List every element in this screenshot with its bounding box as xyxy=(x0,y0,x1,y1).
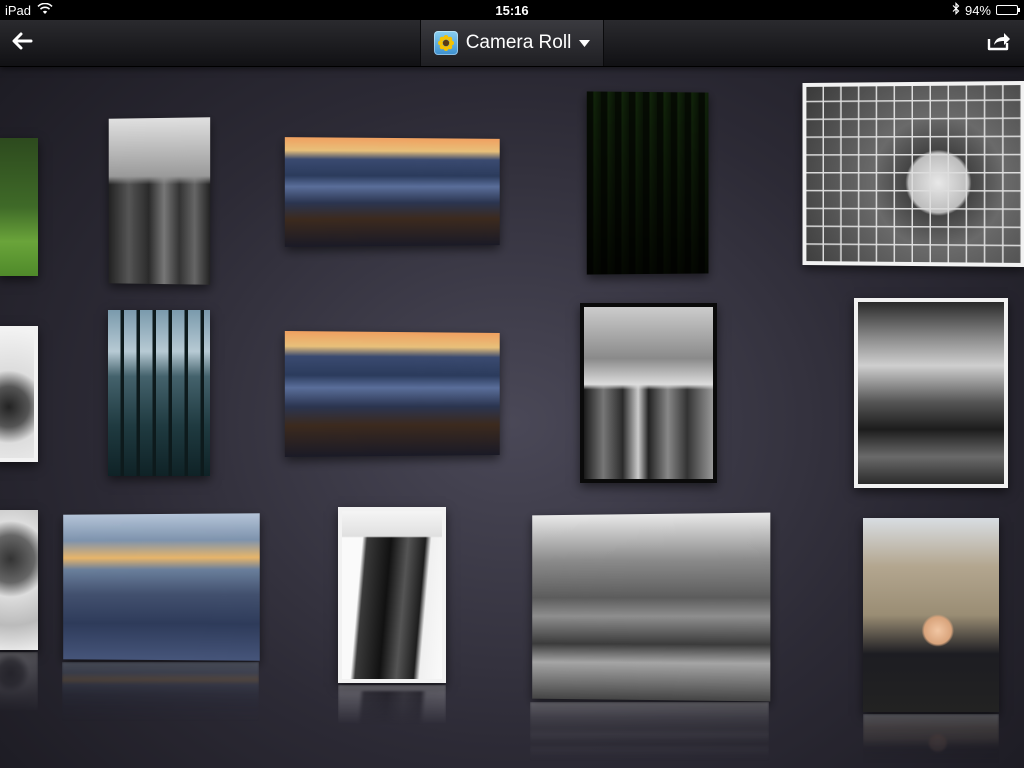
battery-percent: 94% xyxy=(965,3,991,18)
album-title: Camera Roll xyxy=(466,32,572,54)
status-left: iPad xyxy=(0,3,53,18)
photo-street-sculpture[interactable] xyxy=(532,513,770,702)
device-name: iPad xyxy=(5,3,31,18)
photo-girl-bw-2[interactable] xyxy=(0,510,38,650)
share-button[interactable] xyxy=(984,29,1014,57)
photo-empire-state-screenshot[interactable] xyxy=(580,303,717,483)
photo-goalkeeper[interactable] xyxy=(802,81,1024,267)
photo-reflection xyxy=(338,685,446,725)
photo-reflection xyxy=(62,662,259,722)
photo-grass-field[interactable] xyxy=(0,138,38,276)
photo-hoboken-sunset[interactable] xyxy=(285,137,500,247)
photo-building-bw[interactable] xyxy=(338,507,446,683)
bluetooth-icon xyxy=(952,2,960,18)
photo-reflection xyxy=(0,652,38,712)
album-selector-button[interactable]: Camera Roll xyxy=(420,20,604,66)
photo-pier-pilings[interactable] xyxy=(108,310,210,476)
photo-girl-bw[interactable] xyxy=(0,326,38,462)
status-bar: iPad 15:16 94% xyxy=(0,0,1024,20)
photo-forest[interactable] xyxy=(587,91,709,274)
status-time: 15:16 xyxy=(0,3,1024,18)
photo-reflection xyxy=(530,702,769,762)
back-button[interactable] xyxy=(8,29,36,57)
photo-tower-bridge[interactable] xyxy=(854,298,1008,488)
back-arrow-icon xyxy=(11,32,33,55)
share-icon xyxy=(986,30,1012,57)
photo-boy-tower-bridge[interactable] xyxy=(863,518,999,712)
nav-bar: Camera Roll xyxy=(0,20,1024,67)
photo-hoboken-sunset-2[interactable] xyxy=(285,331,500,457)
photo-reflection xyxy=(863,714,999,764)
wifi-icon xyxy=(37,3,53,18)
photo-kayakers[interactable] xyxy=(63,513,260,660)
battery-icon xyxy=(996,5,1018,15)
photo-empire-state-bw[interactable] xyxy=(109,117,210,284)
status-right: 94% xyxy=(952,2,1024,18)
album-sunflower-icon xyxy=(434,31,458,55)
chevron-down-icon xyxy=(579,34,590,52)
